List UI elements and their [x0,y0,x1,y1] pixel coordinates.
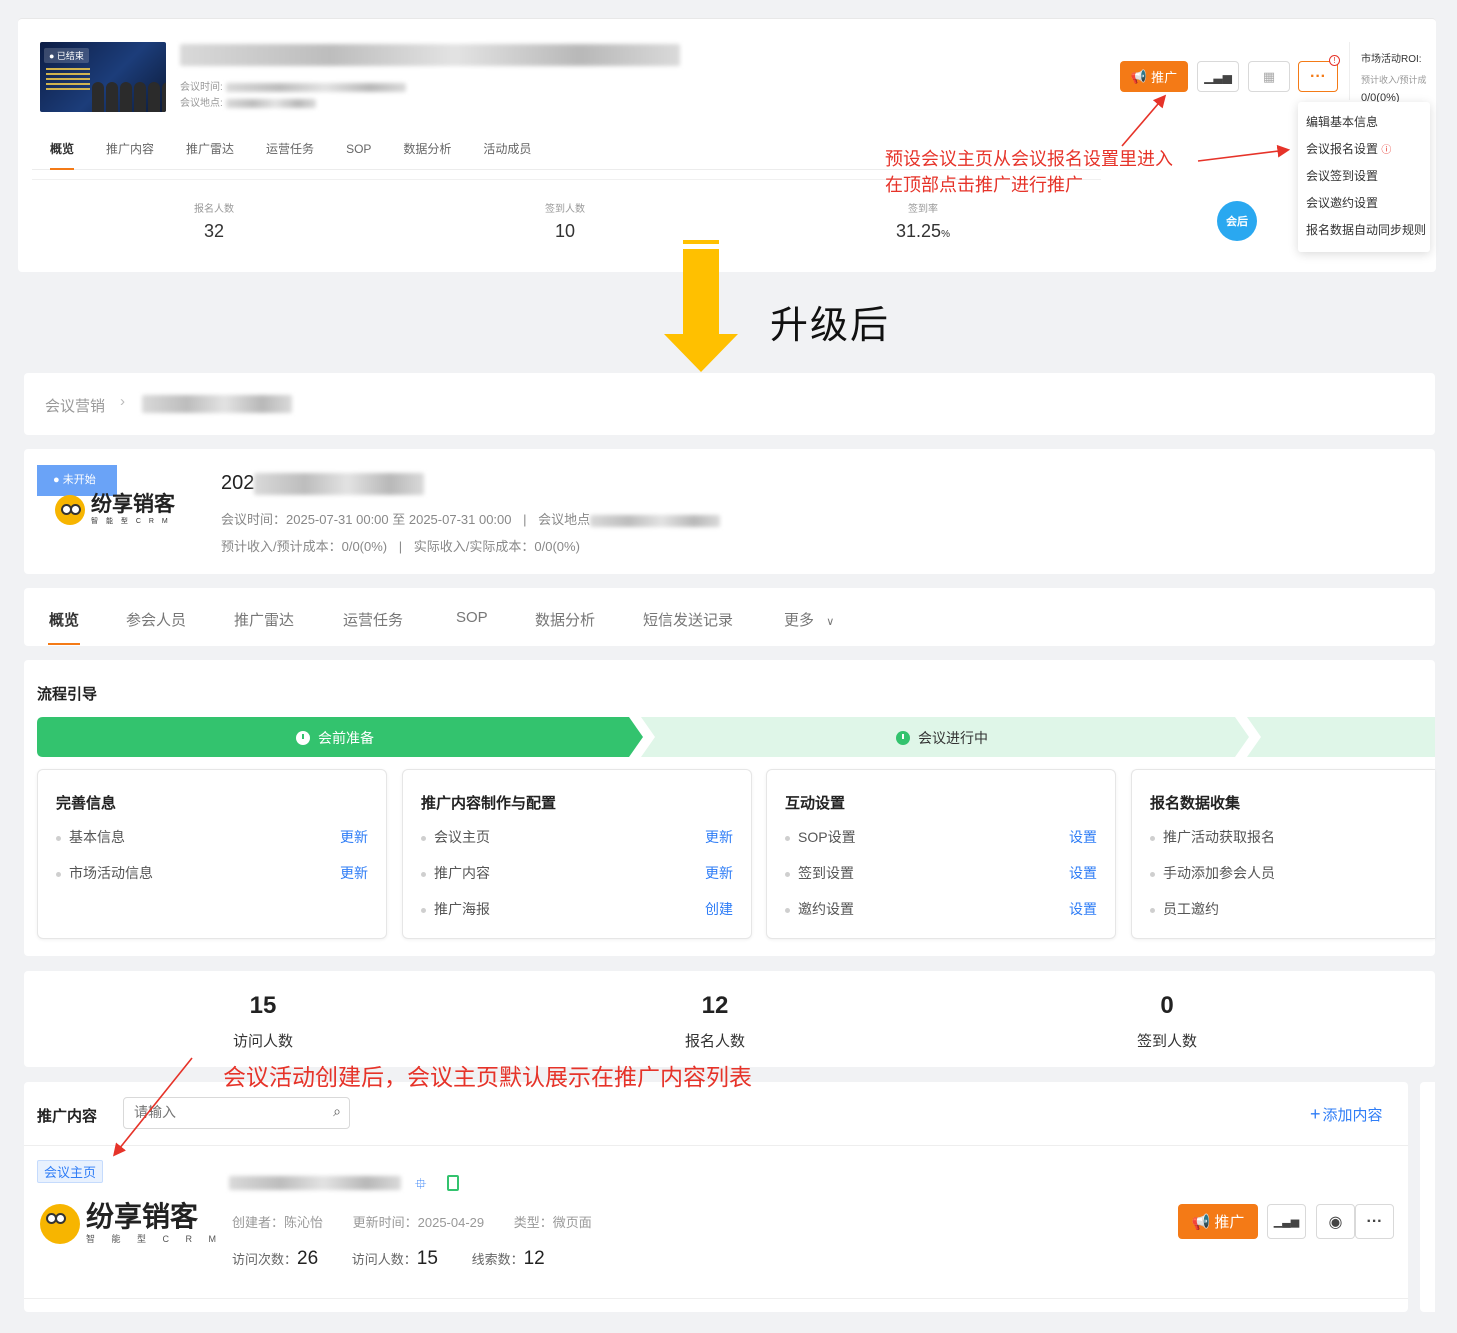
preview-icon[interactable]: ⯐ [415,1174,426,1199]
mobile-icon[interactable] [447,1175,459,1191]
checkin-settings-link[interactable]: 设置 [1069,863,1097,883]
annotation-arrow-bottom [112,1057,193,1157]
step-card-complete-info: 完善信息 基本信息 更新 市场活动信息 更新 [37,769,387,939]
status-tag: ● 未开始 [37,465,117,496]
invite-settings-link[interactable]: 设置 [1069,899,1097,919]
homepage-tag: 会议主页 [37,1160,104,1183]
eye-icon: ◉ [1328,1213,1343,1231]
breadcrumb-root[interactable]: 会议营销 [45,395,105,416]
item-promote-button[interactable]: 📢 推广 [1178,1204,1258,1239]
tab-ops-tasks[interactable]: 运营任务 [343,609,403,630]
item-stats: 访问次数：26 访问人数：15 线索数：12 [232,1248,545,1269]
meeting-time: 会议时间：2025-07-31 00:00 至 2025-07-31 00:00… [221,509,721,528]
item-logo: 纷享销客 智 能 型 C R M [40,1202,223,1245]
bar-chart-icon: ▁▃▅ [1273,1216,1300,1228]
meeting-title: 202 [221,472,425,495]
add-content-button[interactable]: + 添加内容 [1310,1104,1383,1125]
step-card-promo-content: 推广内容制作与配置 会议主页 更新 推广内容 更新 推广海报 创建 [402,769,752,939]
tab-promo-radar[interactable]: 推广雷达 [234,609,294,630]
metric-checkins: 0 签到人数 [1136,992,1197,1050]
clock-icon [896,731,910,745]
promo-content-title: 推广内容 [37,1108,98,1125]
tab-more[interactable]: 更多 ∨ [784,609,834,630]
search-icon: ⌕ [333,1103,341,1119]
new-annotation: 会议活动创建后，会议主页默认展示在推广内容列表 [223,1064,752,1090]
tab-sms-records[interactable]: 短信发送记录 [643,609,733,630]
more-icon: ··· [1366,1212,1383,1230]
upgrade-label: 升级后 [770,305,891,347]
step-card-signup-collection: 报名数据收集 推广活动获取报名 手动添加参会人员 员工邀约 [1131,769,1435,939]
update-homepage-link[interactable]: 更新 [705,827,733,847]
megaphone-icon: 📢 [1191,1213,1211,1231]
bee-logo-icon [40,1203,80,1244]
breadcrumb: 会议营销 › [24,373,1435,435]
down-arrow-icon [683,249,719,337]
tab-data-analysis[interactable]: 数据分析 [535,609,595,630]
item-chart-button[interactable]: ▁▃▅ [1267,1204,1306,1239]
down-arrow-head [664,334,738,372]
chevron-right-icon: › [120,393,125,410]
down-arrow-cap [683,240,719,244]
flow-guide-title: 流程引导 [37,686,98,703]
promo-content-panel: 推广内容 ⌕ +添加内容 会议主页 纷享销客 智 能 型 C R M ⯐ 创建者… [24,1082,1408,1312]
tab-sop[interactable]: SOP [456,609,488,626]
meeting-header: ● 未开始 纷享销客 智 能 型 C R M 202 会议时间：2025-07-… [24,449,1435,574]
update-market-info-link[interactable]: 更新 [340,863,368,883]
company-logo: 纷享销客 智 能 型 C R M [55,494,175,526]
breadcrumb-current-redacted [142,395,292,413]
meeting-finance: 预计收入/预计成本：0/0(0%) | 实际收入/实际成本：0/0(0%) [221,539,580,554]
tab-bar: 概览 参会人员 推广雷达 运营任务 SOP 数据分析 短信发送记录 更多 ∨ [24,588,1435,646]
bee-logo-icon [55,495,85,525]
step-card-interaction: 互动设置 SOP设置 设置 签到设置 设置 邀约设置 设置 [766,769,1116,939]
metric-visitors: 15 访问人数 [232,992,293,1050]
item-meta: 创建者：陈沁怡 更新时间：2025-04-29 类型：微页面 [232,1215,592,1230]
create-poster-link[interactable]: 创建 [705,899,733,919]
item-view-button[interactable]: ◉ [1316,1204,1355,1239]
flow-step-in-progress[interactable]: 会议进行中 [896,728,988,748]
annotation-arrows-top [1121,94,1291,162]
item-title-redacted [229,1176,401,1190]
tab-active-indicator [48,643,80,645]
tab-attendees[interactable]: 参会人员 [126,609,186,630]
metric-signups: 12 报名人数 [684,992,745,1050]
flow-steps-bar [37,717,1435,757]
flow-step-prep[interactable]: 会前准备 [296,728,374,748]
sop-settings-link[interactable]: 设置 [1069,827,1097,847]
chevron-down-icon: ∨ [826,616,835,628]
update-promo-content-link[interactable]: 更新 [705,863,733,883]
tab-overview[interactable]: 概览 [49,609,79,630]
plus-icon: + [1310,1104,1321,1124]
clock-icon [296,731,310,745]
update-basic-info-link[interactable]: 更新 [340,827,368,847]
item-more-button[interactable]: ··· [1355,1204,1394,1239]
